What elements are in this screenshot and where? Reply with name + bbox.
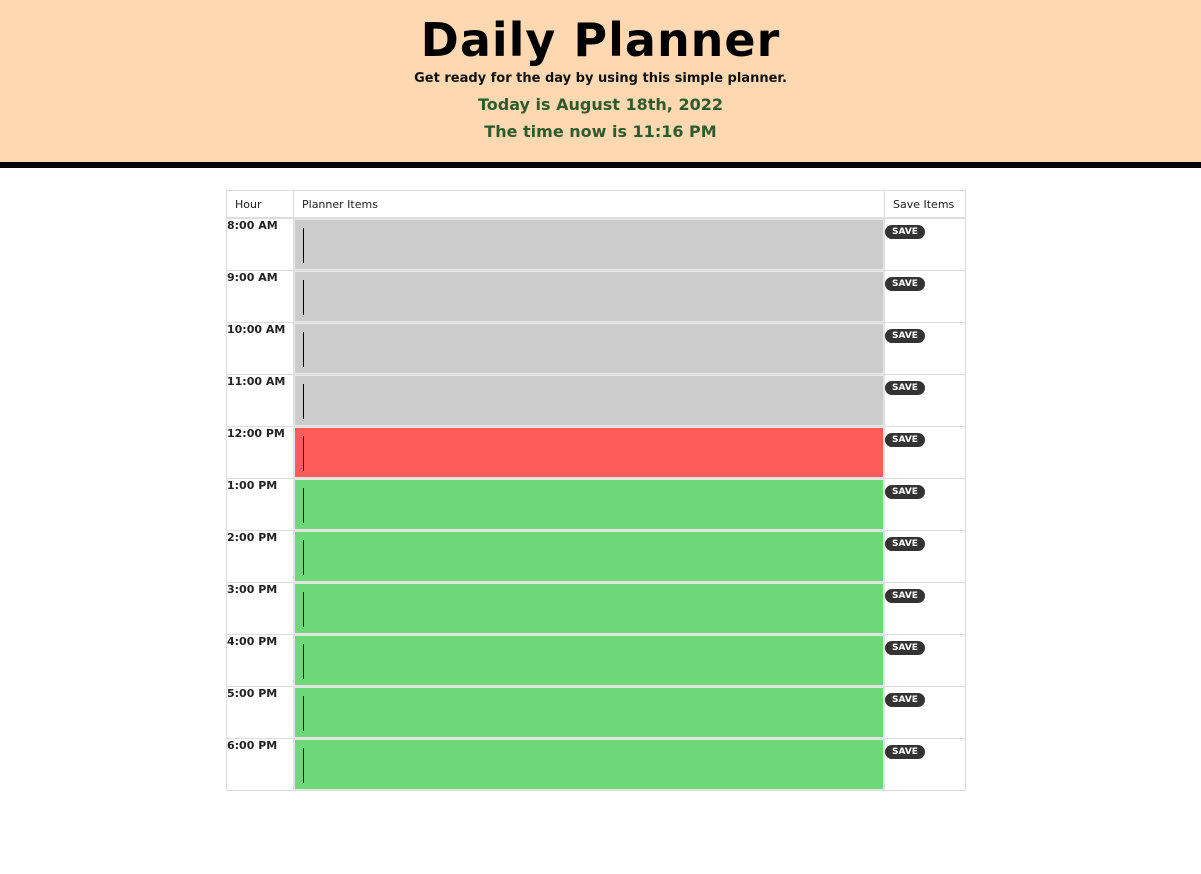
planner-item-cell — [293, 217, 885, 271]
save-cell: SAVE — [884, 270, 966, 323]
hour-label: 9:00 AM — [226, 270, 294, 323]
planner-row: 2:00 PM SAVE — [226, 530, 966, 583]
hour-label: 10:00 AM — [226, 322, 294, 375]
planner-row: 6:00 PM SAVE — [226, 738, 966, 791]
planner-item-textarea[interactable] — [294, 687, 884, 738]
save-cell: SAVE — [884, 322, 966, 375]
planner-row: 8:00 AM SAVE — [226, 217, 966, 271]
hour-label: 5:00 PM — [226, 686, 294, 739]
planner-item-textarea[interactable] — [294, 479, 884, 530]
hour-label: 12:00 PM — [226, 426, 294, 479]
text-caret — [303, 488, 304, 523]
save-cell: SAVE — [884, 374, 966, 427]
planner-row: 10:00 AM SAVE — [226, 322, 966, 375]
save-button[interactable]: SAVE — [885, 485, 925, 499]
hour-label: 11:00 AM — [226, 374, 294, 427]
planner-item-textarea[interactable] — [294, 271, 884, 322]
text-caret — [303, 436, 304, 471]
save-cell: SAVE — [884, 530, 966, 583]
planner-body: 8:00 AM SAVE 9:00 AM SAVE 10:00 AM SAVE 11:00 … — [226, 217, 966, 791]
planner-row: 12:00 PM SAVE — [226, 426, 966, 479]
planner-item-textarea[interactable] — [294, 219, 884, 270]
save-cell: SAVE — [884, 738, 966, 791]
save-button[interactable]: SAVE — [885, 641, 925, 655]
save-button[interactable]: SAVE — [885, 745, 925, 759]
planner-item-cell — [293, 686, 885, 739]
planner-row: 3:00 PM SAVE — [226, 582, 966, 635]
planner-row: 11:00 AM SAVE — [226, 374, 966, 427]
text-caret — [303, 644, 304, 679]
text-caret — [303, 332, 304, 367]
current-time: The time now is 11:16 PM — [484, 122, 717, 141]
planner-items-column-header: Planner Items — [293, 190, 885, 219]
save-cell: SAVE — [884, 217, 966, 271]
text-caret — [303, 280, 304, 315]
page-header: Daily Planner Get ready for the day by u… — [0, 0, 1201, 168]
planner-item-textarea[interactable] — [294, 635, 884, 686]
hour-label: 3:00 PM — [226, 582, 294, 635]
planner-item-textarea[interactable] — [294, 427, 884, 478]
save-cell: SAVE — [884, 478, 966, 531]
planner-item-cell — [293, 322, 885, 375]
planner-item-textarea[interactable] — [294, 323, 884, 374]
hour-label: 4:00 PM — [226, 634, 294, 687]
save-button[interactable]: SAVE — [885, 589, 925, 603]
planner-item-textarea[interactable] — [294, 375, 884, 426]
text-caret — [303, 540, 304, 575]
hour-label: 6:00 PM — [226, 738, 294, 791]
planner-row: 9:00 AM SAVE — [226, 270, 966, 323]
planner-table: Hour Planner Items Save Items 8:00 AM SAV… — [226, 190, 966, 791]
planner-item-cell — [293, 530, 885, 583]
planner-item-cell — [293, 634, 885, 687]
planner-row: 1:00 PM SAVE — [226, 478, 966, 531]
hour-label: 2:00 PM — [226, 530, 294, 583]
text-caret — [303, 228, 304, 263]
save-button[interactable]: SAVE — [885, 433, 925, 447]
current-date: Today is August 18th, 2022 — [478, 95, 723, 114]
save-cell: SAVE — [884, 582, 966, 635]
page-title: Daily Planner — [420, 13, 781, 67]
hour-column-header: Hour — [226, 190, 294, 219]
planner-item-cell — [293, 738, 885, 791]
save-button[interactable]: SAVE — [885, 381, 925, 395]
text-caret — [303, 696, 304, 731]
save-cell: SAVE — [884, 634, 966, 687]
planner-item-textarea[interactable] — [294, 583, 884, 634]
text-caret — [303, 748, 304, 783]
save-cell: SAVE — [884, 426, 966, 479]
planner-row: 5:00 PM SAVE — [226, 686, 966, 739]
planner-item-cell — [293, 582, 885, 635]
save-button[interactable]: SAVE — [885, 277, 925, 291]
planner-item-textarea[interactable] — [294, 531, 884, 582]
save-button[interactable]: SAVE — [885, 225, 925, 239]
save-button[interactable]: SAVE — [885, 329, 925, 343]
hour-label: 1:00 PM — [226, 478, 294, 531]
text-caret — [303, 384, 304, 419]
save-cell: SAVE — [884, 686, 966, 739]
page-subtitle: Get ready for the day by using this simp… — [414, 71, 787, 86]
text-caret — [303, 592, 304, 627]
planner-item-cell — [293, 374, 885, 427]
planner-item-cell — [293, 478, 885, 531]
planner-item-textarea[interactable] — [294, 739, 884, 790]
save-button[interactable]: SAVE — [885, 693, 925, 707]
planner-row: 4:00 PM SAVE — [226, 634, 966, 687]
save-items-column-header: Save Items — [884, 190, 966, 219]
planner-item-cell — [293, 270, 885, 323]
planner-item-cell — [293, 426, 885, 479]
save-button[interactable]: SAVE — [885, 537, 925, 551]
hour-label: 8:00 AM — [226, 217, 294, 271]
planner-header-row: Hour Planner Items Save Items — [226, 190, 966, 219]
